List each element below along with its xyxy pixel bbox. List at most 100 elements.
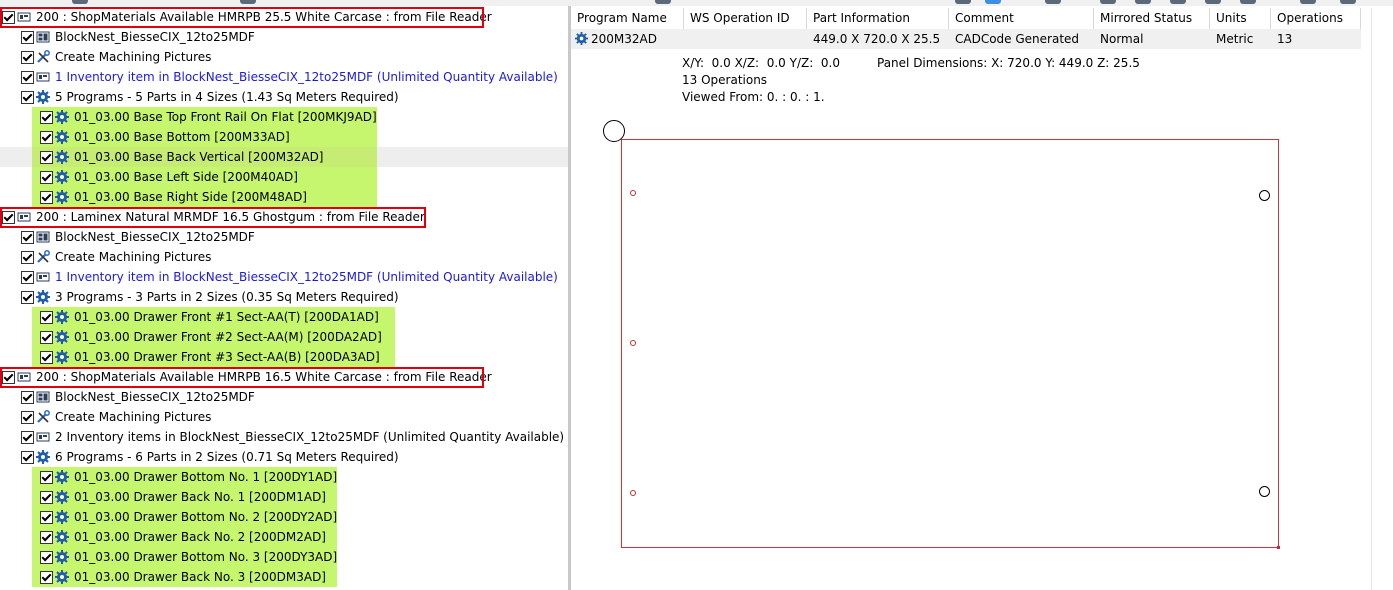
column-header-ws-operation-id[interactable]: WS Operation ID: [684, 8, 807, 29]
toolbar-button-icon[interactable]: [955, 0, 971, 4]
tree-checkbox[interactable]: [21, 51, 34, 64]
tree-checkbox[interactable]: [40, 571, 53, 584]
tree-row-nest[interactable]: BlockNest_BiesseCIX_12to25MDF: [0, 27, 568, 47]
gear-icon: [55, 330, 69, 344]
tree-row-part[interactable]: 01_03.00 Drawer Back No. 1 [200DM1AD]: [0, 487, 568, 507]
tree-row-inventory[interactable]: 2 Inventory items in BlockNest_BiesseCIX…: [0, 427, 568, 447]
tree-row-pictures[interactable]: Create Machining Pictures: [0, 407, 568, 427]
column-header-units[interactable]: Units: [1210, 8, 1271, 29]
tree-checkbox[interactable]: [40, 511, 53, 524]
tree-row-programs[interactable]: 5 Programs - 5 Parts in 4 Sizes (1.43 Sq…: [0, 87, 568, 107]
tree-checkbox[interactable]: [40, 111, 53, 124]
tree-row-part[interactable]: 01_03.00 Drawer Bottom No. 2 [200DY2AD]: [0, 507, 568, 527]
material-group-header[interactable]: 200 : Laminex Natural MRMDF 16.5 Ghostgu…: [0, 207, 568, 227]
gear-icon: [55, 570, 69, 584]
toolbar-button-icon[interactable]: [1240, 0, 1256, 4]
tree-checkbox[interactable]: [21, 391, 34, 404]
tree-row-label: 2 Inventory items in BlockNest_BiesseCIX…: [55, 430, 565, 444]
tree-checkbox[interactable]: [40, 331, 53, 344]
tree-row-part[interactable]: 01_03.00 Drawer Front #3 Sect-AA(B) [200…: [0, 347, 568, 367]
tree-checkbox[interactable]: [40, 351, 53, 364]
tree-checkbox[interactable]: [21, 31, 34, 44]
tree-row-part[interactable]: 01_03.00 Drawer Back No. 3 [200DM3AD]: [0, 567, 568, 587]
tree-checkbox[interactable]: [40, 191, 53, 204]
tree-row-programs[interactable]: 6 Programs - 6 Parts in 2 Sizes (0.71 Sq…: [0, 447, 568, 467]
toolbar-button-icon[interactable]: [1205, 0, 1221, 4]
column-header-operations[interactable]: Operations: [1271, 8, 1361, 29]
tree-checkbox[interactable]: [21, 71, 34, 84]
toolbar-button-icon[interactable]: [72, 0, 88, 4]
tree-row-part[interactable]: 01_03.00 Base Bottom [200M33AD]: [0, 127, 568, 147]
toolbar-button-icon[interactable]: [1135, 0, 1151, 4]
tree-row-nest[interactable]: BlockNest_BiesseCIX_12to25MDF: [0, 227, 568, 247]
tree-row-part[interactable]: 01_03.00 Base Back Vertical [200M32AD]: [0, 147, 568, 167]
tree-checkbox[interactable]: [40, 131, 53, 144]
tree-row-part[interactable]: 01_03.00 Drawer Front #2 Sect-AA(M) [200…: [0, 327, 568, 347]
material-tree[interactable]: 200 : ShopMaterials Available HMRPB 25.5…: [0, 6, 568, 590]
cell-part-information: 449.0 X 720.0 X 25.5: [813, 32, 941, 46]
tree-row-inventory[interactable]: 1 Inventory item in BlockNest_BiesseCIX_…: [0, 267, 568, 287]
toolbar-button-icon[interactable]: [1300, 0, 1316, 4]
part-label: 01_03.00 Drawer Bottom No. 2 [200DY2AD]: [74, 510, 338, 524]
tree-checkbox[interactable]: [21, 291, 34, 304]
gear-icon: [55, 190, 69, 204]
tree-row-pictures[interactable]: Create Machining Pictures: [0, 47, 568, 67]
column-header-comment[interactable]: Comment: [949, 8, 1094, 29]
toolbar-button-icon[interactable]: [240, 0, 256, 4]
material-group-header[interactable]: 200 : ShopMaterials Available HMRPB 16.5…: [0, 367, 568, 387]
tree-checkbox[interactable]: [21, 411, 34, 424]
part-label: 01_03.00 Drawer Back No. 3 [200DM3AD]: [74, 570, 326, 584]
tree-row-pictures[interactable]: Create Machining Pictures: [0, 247, 568, 267]
tree-checkbox[interactable]: [2, 11, 15, 24]
toolbar-button-icon[interactable]: [1045, 0, 1061, 4]
tree-checkbox[interactable]: [40, 531, 53, 544]
column-header-program-name[interactable]: Program Name: [571, 8, 684, 29]
tree-row-part[interactable]: 01_03.00 Drawer Bottom No. 3 [200DY3AD]: [0, 547, 568, 567]
tree-row-inventory[interactable]: 1 Inventory item in BlockNest_BiesseCIX_…: [0, 67, 568, 87]
material-group-header[interactable]: 200 : ShopMaterials Available HMRPB 25.5…: [0, 7, 568, 27]
tree-checkbox[interactable]: [2, 371, 15, 384]
tree-row-part[interactable]: 01_03.00 Drawer Bottom No. 1 [200DY1AD]: [0, 467, 568, 487]
toolbar-button-icon[interactable]: [985, 0, 1001, 4]
tree-checkbox[interactable]: [40, 551, 53, 564]
tree-checkbox[interactable]: [40, 491, 53, 504]
tree-checkbox[interactable]: [21, 251, 34, 264]
tree-checkbox[interactable]: [21, 271, 34, 284]
tree-checkbox[interactable]: [21, 231, 34, 244]
program-row[interactable]: 200M32AD 449.0 X 720.0 X 25.5 CADCode Ge…: [571, 29, 1361, 49]
tree-row-part[interactable]: 01_03.00 Base Top Front Rail On Flat [20…: [0, 107, 568, 127]
tree-row-part[interactable]: 01_03.00 Drawer Front #1 Sect-AA(T) [200…: [0, 307, 568, 327]
tree-checkbox[interactable]: [21, 91, 34, 104]
tree-row-part[interactable]: 01_03.00 Base Right Side [200M48AD]: [0, 187, 568, 207]
operation-count: 13 Operations: [682, 73, 768, 87]
tree-checkbox[interactable]: [21, 451, 34, 464]
tree-row-part[interactable]: 01_03.00 Drawer Back No. 2 [200DM2AD]: [0, 527, 568, 547]
gear-icon: [36, 290, 50, 304]
tree-row-programs[interactable]: 3 Programs - 3 Parts in 2 Sizes (0.35 Sq…: [0, 287, 568, 307]
column-header-part-information[interactable]: Part Information: [807, 8, 949, 29]
tree-row-nest[interactable]: BlockNest_BiesseCIX_12to25MDF: [0, 387, 568, 407]
tree-checkbox[interactable]: [40, 311, 53, 324]
material-group-label: 200 : ShopMaterials Available HMRPB 25.5…: [36, 10, 492, 24]
part-label: 01_03.00 Drawer Bottom No. 1 [200DY1AD]: [74, 470, 338, 484]
tree-checkbox[interactable]: [21, 431, 34, 444]
nest-icon: [36, 230, 50, 244]
toolbar-button-icon[interactable]: [1170, 0, 1186, 4]
part-label: 01_03.00 Drawer Front #1 Sect-AA(T) [200…: [74, 310, 379, 324]
toolbar-button-icon[interactable]: [1340, 0, 1356, 4]
toolbar-button-icon[interactable]: [655, 0, 671, 4]
part-label: 01_03.00 Base Bottom [200M33AD]: [74, 130, 290, 144]
vertical-scrollbar[interactable]: [1371, 8, 1393, 590]
tree-row-label: Create Machining Pictures: [55, 250, 212, 264]
cell-operations: 13: [1277, 32, 1293, 46]
tree-checkbox[interactable]: [40, 171, 53, 184]
panel-drawing[interactable]: [621, 139, 1279, 548]
tree-row-part[interactable]: 01_03.00 Base Left Side [200M40AD]: [0, 167, 568, 187]
origin-marker-icon: [603, 120, 625, 142]
cell-comment: CADCode Generated: [955, 32, 1080, 46]
column-header-mirrored-status[interactable]: Mirrored Status: [1094, 8, 1210, 29]
tree-checkbox[interactable]: [2, 211, 15, 224]
toolbar-button-icon[interactable]: [1100, 0, 1116, 4]
tree-checkbox[interactable]: [40, 151, 53, 164]
tree-checkbox[interactable]: [40, 471, 53, 484]
